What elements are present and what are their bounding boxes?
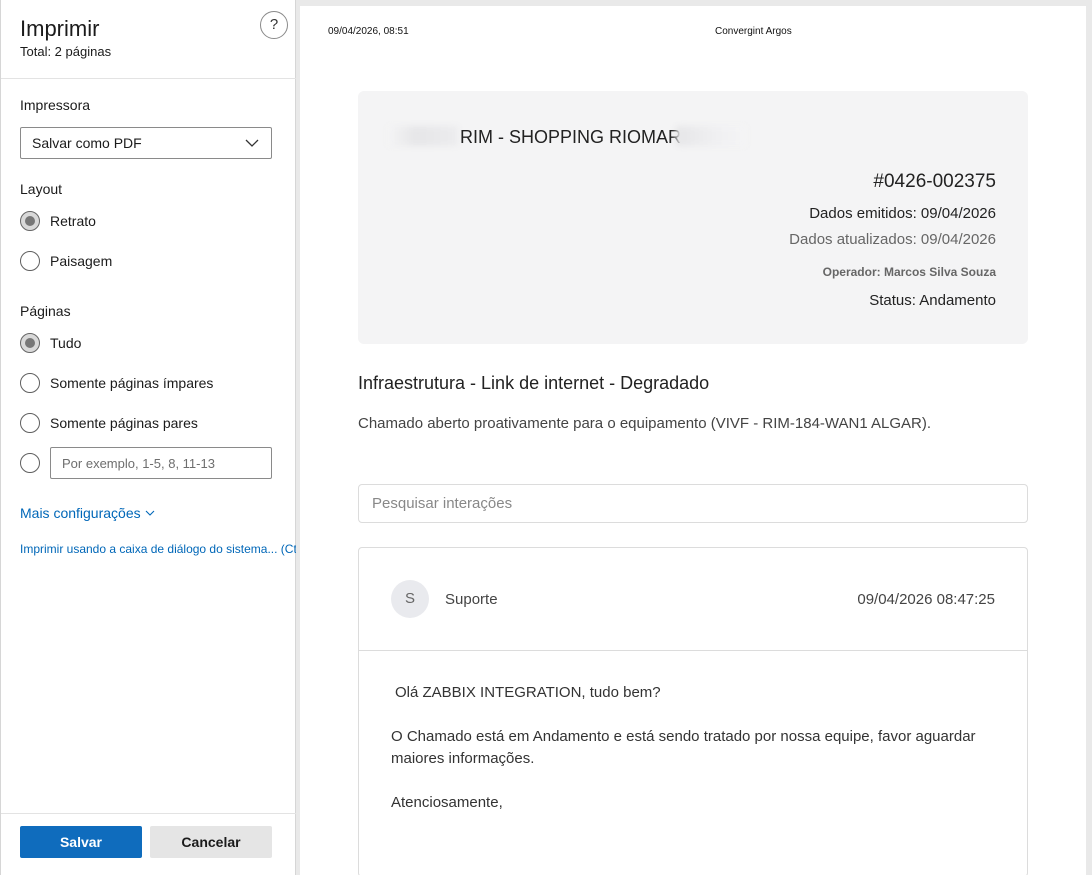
- message-greeting: Olá ZABBIX INTEGRATION, tudo bem?: [395, 684, 661, 701]
- panel-title: Imprimir: [20, 16, 100, 41]
- page-header-site: Convergint Argos: [715, 26, 792, 37]
- updated-date: Dados atualizados: 09/04/2026: [789, 231, 996, 248]
- operator: Operador: Marcos Silva Souza: [822, 265, 996, 279]
- radio-unselected-icon: [20, 453, 40, 473]
- panel-header: Imprimir Total: 2 páginas ?: [1, 0, 296, 79]
- radio-landscape-label: Paisagem: [50, 253, 113, 269]
- avatar: S: [391, 580, 429, 618]
- radio-custom-range[interactable]: [20, 452, 40, 474]
- radio-odd-label: Somente páginas ímpares: [50, 375, 214, 391]
- search-interactions-input: Pesquisar interações: [358, 484, 1028, 523]
- panel-footer: Salvar Cancelar: [1, 813, 296, 875]
- page-count: Total: 2 páginas: [20, 44, 112, 59]
- radio-unselected-icon: [20, 251, 40, 271]
- interaction-card: S Suporte 09/04/2026 08:47:25 Olá ZABBIX…: [358, 547, 1028, 875]
- more-settings-link[interactable]: Mais configurações: [20, 505, 155, 521]
- printer-select[interactable]: Salvar como PDF: [20, 127, 272, 159]
- chevron-down-icon: [245, 139, 259, 147]
- radio-even-label: Somente páginas pares: [50, 415, 198, 431]
- ticket-title: Infraestrutura - Link de internet - Degr…: [358, 373, 710, 393]
- interaction-timestamp: 09/04/2026 08:47:25: [857, 591, 995, 608]
- message-closing: Atenciosamente,: [391, 794, 503, 811]
- client-name: RIM - SHOPPING RIOMAR: [460, 127, 682, 147]
- printer-label: Impressora: [20, 97, 91, 113]
- pages-label: Páginas: [20, 303, 71, 319]
- interaction-header: S Suporte 09/04/2026 08:47:25: [359, 548, 1027, 651]
- radio-unselected-icon: [20, 413, 40, 433]
- ticket-header-card: RIM - SHOPPING RIOMAR #0426-002375 Dados…: [358, 91, 1028, 344]
- cancel-button[interactable]: Cancelar: [150, 826, 272, 858]
- chevron-down-icon: [145, 510, 155, 516]
- save-button[interactable]: Salvar: [20, 826, 142, 858]
- radio-portrait[interactable]: Retrato: [20, 210, 96, 232]
- radio-landscape[interactable]: Paisagem: [20, 250, 112, 272]
- help-icon[interactable]: ?: [260, 11, 288, 39]
- issued-date: Dados emitidos: 09/04/2026: [809, 205, 996, 222]
- preview-page: 09/04/2026, 08:51 Convergint Argos RIM -…: [300, 6, 1086, 875]
- radio-selected-icon: [20, 211, 40, 231]
- page-header-date: 09/04/2026, 08:51: [328, 26, 409, 37]
- more-settings-label: Mais configurações: [20, 505, 141, 521]
- layout-label: Layout: [20, 181, 63, 197]
- interaction-author: Suporte: [445, 591, 498, 608]
- radio-selected-icon: [20, 333, 40, 353]
- radio-all-pages[interactable]: Tudo: [20, 332, 81, 354]
- system-dialog-link[interactable]: Imprimir usando a caixa de diálogo do si…: [20, 542, 296, 556]
- ticket-description: Chamado aberto proativamente para o equi…: [358, 415, 932, 432]
- ticket-number: #0426-002375: [873, 171, 996, 192]
- message-body: O Chamado está em Andamento e está sendo…: [391, 728, 976, 767]
- redacted-text: [676, 126, 746, 146]
- ticket-status: Status: Andamento: [869, 292, 996, 309]
- radio-portrait-label: Retrato: [50, 213, 96, 229]
- redacted-text: [388, 126, 458, 146]
- radio-unselected-icon: [20, 373, 40, 393]
- radio-even-pages[interactable]: Somente páginas pares: [20, 412, 198, 434]
- radio-odd-pages[interactable]: Somente páginas ímpares: [20, 372, 213, 394]
- page-range-input[interactable]: [50, 447, 272, 479]
- printer-select-value: Salvar como PDF: [32, 135, 142, 151]
- print-settings-panel: Imprimir Total: 2 páginas ? Impressora S…: [0, 0, 296, 875]
- radio-all-label: Tudo: [50, 335, 82, 351]
